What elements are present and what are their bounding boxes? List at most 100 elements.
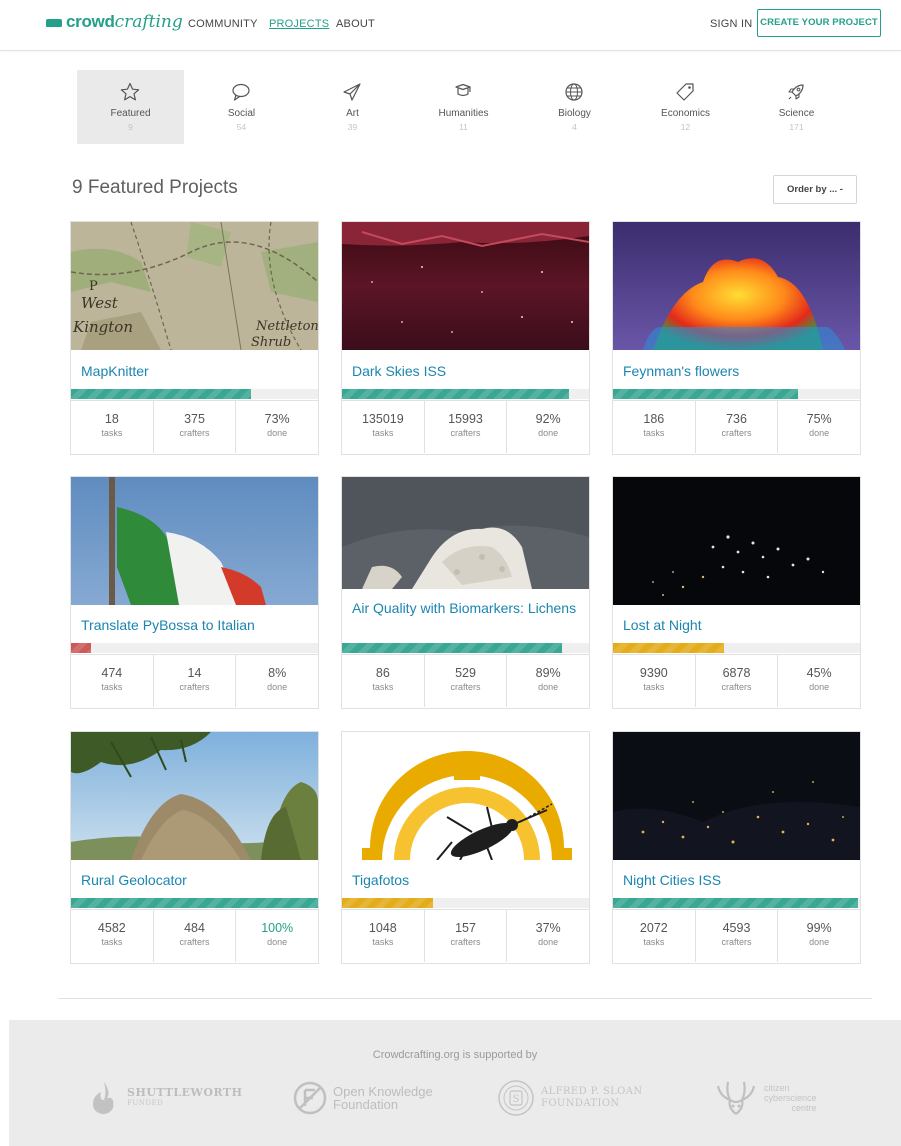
project-stats: 86 tasks 529 crafters 89% done: [342, 654, 589, 707]
nav-link-about[interactable]: ABOUT: [336, 18, 375, 30]
stat-value: 186: [643, 412, 665, 426]
category-label: Humanities: [438, 108, 489, 119]
stat-label: tasks: [372, 428, 394, 438]
stat-tasks: 86 tasks: [342, 655, 424, 707]
sponsor-sub: FOUNDATION: [541, 1098, 620, 1109]
svg-text:P: P: [89, 279, 98, 294]
stat-done: 99% done: [777, 910, 860, 962]
category-count: 11: [459, 122, 468, 132]
top-navbar: crowd crafting COMMUNITY PROJECTS ABOUT …: [0, 0, 901, 51]
category-science[interactable]: Science 171: [743, 70, 850, 144]
stat-label: done: [267, 428, 288, 438]
progress-bar: [71, 898, 318, 908]
stat-crafters: 529 crafters: [423, 655, 507, 707]
sponsor-sub2: centre: [791, 1103, 817, 1113]
category-humanities[interactable]: Humanities 11: [410, 70, 517, 144]
progress-fill: [71, 643, 91, 653]
progress-bar: [71, 643, 318, 653]
svg-text:Shrub: Shrub: [251, 335, 291, 350]
category-label: Art: [346, 108, 359, 119]
project-card-mapknitter[interactable]: P West Kington Nettleton Shrub MapKnitte…: [70, 221, 319, 455]
sponsor-citizen-cyberscience[interactable]: citizen cyberscience centre: [712, 1078, 817, 1118]
project-thumbnail: [613, 732, 860, 860]
project-card-tigafotos[interactable]: Tigafotos 1048 tasks 157 crafters 37% done: [341, 731, 590, 964]
logo-word-crowd: crowd: [66, 12, 115, 31]
project-title[interactable]: Dark Skies ISS: [352, 363, 446, 380]
stat-value: 73%: [264, 412, 290, 426]
stat-value: 484: [184, 921, 205, 935]
stat-value: 529: [455, 666, 476, 680]
project-card-feynmans-flowers[interactable]: Feynman's flowers 186 tasks 736 crafters 7…: [612, 221, 861, 455]
project-card-night-cities-iss[interactable]: Night Cities ISS 2072 tasks 4593 crafters …: [612, 731, 861, 964]
stat-crafters: 484 crafters: [152, 910, 236, 962]
order-by-dropdown[interactable]: Order by ... -: [773, 175, 857, 204]
sponsor-sub: cyberscience: [764, 1093, 817, 1103]
project-card-translate-pybossa[interactable]: Translate PyBossa to Italian 474 tasks 14…: [70, 476, 319, 709]
stat-value: 4582: [97, 921, 126, 935]
category-label: Economics: [661, 108, 710, 119]
project-card-rural-geolocator[interactable]: Rural Geolocator 4582 tasks 484 crafters 1…: [70, 731, 319, 964]
stat-done: 73% done: [235, 401, 318, 453]
project-stats: 135019 tasks 15993 crafters 92% done: [342, 400, 589, 453]
stat-value: 14: [187, 666, 202, 680]
stat-label: tasks: [643, 428, 665, 438]
stat-tasks: 1048 tasks: [342, 910, 424, 962]
project-stats: 9390 tasks 6878 crafters 45% done: [613, 654, 860, 707]
sign-in-link[interactable]: SIGN IN: [710, 18, 752, 30]
project-title[interactable]: Air Quality with Biomarkers: Lichens: [352, 600, 578, 617]
stat-label: done: [809, 428, 830, 438]
create-project-button[interactable]: CREATE YOUR PROJECT: [757, 9, 881, 37]
project-title[interactable]: Feynman's flowers: [623, 363, 739, 380]
stat-value: 9390: [639, 666, 668, 680]
stat-value: 75%: [806, 412, 832, 426]
stat-value: 474: [101, 666, 123, 680]
crowdcrafting-logo[interactable]: crowd crafting: [46, 12, 183, 32]
stat-label: crafters: [179, 682, 210, 692]
project-title[interactable]: Night Cities ISS: [623, 872, 721, 889]
sponsor-open-knowledge[interactable]: Open Knowledge Foundation: [293, 1078, 433, 1118]
stat-tasks: 474 tasks: [71, 655, 153, 707]
stat-label: done: [538, 428, 559, 438]
progress-bar: [71, 389, 318, 399]
stat-label: crafters: [450, 682, 481, 692]
globe-icon: [565, 83, 583, 101]
project-title[interactable]: Tigafotos: [352, 872, 409, 889]
stat-done: 75% done: [777, 401, 860, 453]
category-biology[interactable]: Biology 4: [521, 70, 628, 144]
stat-done: 45% done: [777, 655, 860, 707]
project-card-lost-at-night[interactable]: Lost at Night 9390 tasks 6878 crafters 45%…: [612, 476, 861, 709]
project-card-dark-skies-iss[interactable]: Dark Skies ISS 135019 tasks 15993 crafters…: [341, 221, 590, 455]
stat-value: 37%: [535, 921, 561, 935]
sponsor-shuttleworth[interactable]: SHUTTLEWORTH FUNDED: [89, 1078, 243, 1118]
graduation-cap-icon: [455, 83, 471, 97]
project-title[interactable]: Lost at Night: [623, 617, 702, 634]
project-card-air-quality-lichens[interactable]: Air Quality with Biomarkers: Lichens 86 t…: [341, 476, 590, 709]
category-count: 39: [347, 122, 358, 132]
project-title[interactable]: Rural Geolocator: [81, 872, 187, 889]
category-economics[interactable]: Economics 12: [632, 70, 739, 144]
stat-done: 89% done: [506, 655, 589, 707]
sponsor-sloan-foundation[interactable]: S ALFRED P. SLOAN FOUNDATION: [497, 1078, 643, 1118]
stat-value: 99%: [806, 921, 832, 935]
stat-label: tasks: [643, 682, 665, 692]
project-title[interactable]: MapKnitter: [81, 363, 149, 380]
project-thumbnail: [613, 222, 860, 350]
nav-link-projects[interactable]: PROJECTS: [269, 18, 329, 30]
stat-value: 2072: [639, 921, 668, 935]
stat-crafters: 736 crafters: [694, 401, 778, 453]
svg-text:West: West: [81, 294, 119, 312]
stat-label: crafters: [721, 682, 752, 692]
category-art[interactable]: Art 39: [299, 70, 406, 144]
category-featured[interactable]: Featured 9: [77, 70, 184, 144]
stat-done: 37% done: [506, 910, 589, 962]
logo-word-crafting: crafting: [114, 12, 183, 32]
project-title[interactable]: Translate PyBossa to Italian: [81, 617, 255, 634]
stat-label: tasks: [372, 682, 394, 692]
stat-done: 100% done: [235, 910, 318, 962]
stat-label: done: [809, 682, 830, 692]
category-bar: Featured 9 Social 54 Art 39 Humanities 1…: [77, 70, 855, 144]
progress-bar: [342, 389, 589, 399]
nav-link-community[interactable]: COMMUNITY: [188, 18, 258, 30]
category-social[interactable]: Social 54: [188, 70, 295, 144]
stat-done: 92% done: [506, 401, 589, 453]
